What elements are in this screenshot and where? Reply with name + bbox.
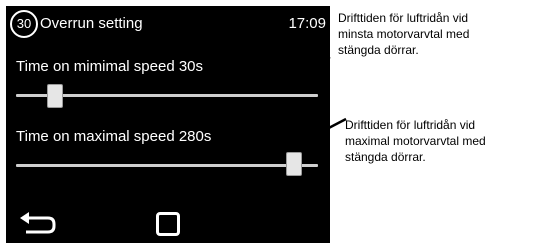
max-speed-time-slider-thumb[interactable]	[286, 152, 302, 176]
back-arrow-icon	[20, 212, 56, 234]
max-speed-time-label: Time on maximal speed 280s	[16, 128, 212, 145]
device-screen: 30 Overrun setting 17:09 Time on mimimal…	[6, 6, 330, 243]
back-button[interactable]	[20, 212, 60, 238]
max-speed-time-slider-track[interactable]	[16, 164, 318, 167]
home-button[interactable]	[156, 212, 180, 236]
min-speed-time-label: Time on mimimal speed 30s	[16, 58, 204, 75]
annotation-min-speed: Drifttiden för luftridån vid minsta moto…	[338, 10, 469, 58]
annotation-line: Drifttiden för luftridån vid	[345, 118, 476, 132]
page-title: Overrun setting	[40, 15, 143, 32]
annotation-line: maximal motorvarvtal med	[345, 134, 486, 148]
annotation-line: Drifttiden för luftridån vid	[338, 11, 469, 25]
annotation-line: minsta motorvarvtal med	[338, 27, 470, 41]
min-speed-time-slider-thumb[interactable]	[47, 84, 63, 108]
clock: 17:09	[288, 15, 326, 32]
annotation-max-speed: Drifttiden för luftridån vid maximal mot…	[345, 117, 486, 165]
annotation-line: stängda dörrar.	[345, 150, 426, 164]
screen-number-badge: 30	[10, 10, 38, 38]
annotation-line: stängda dörrar.	[338, 43, 419, 57]
